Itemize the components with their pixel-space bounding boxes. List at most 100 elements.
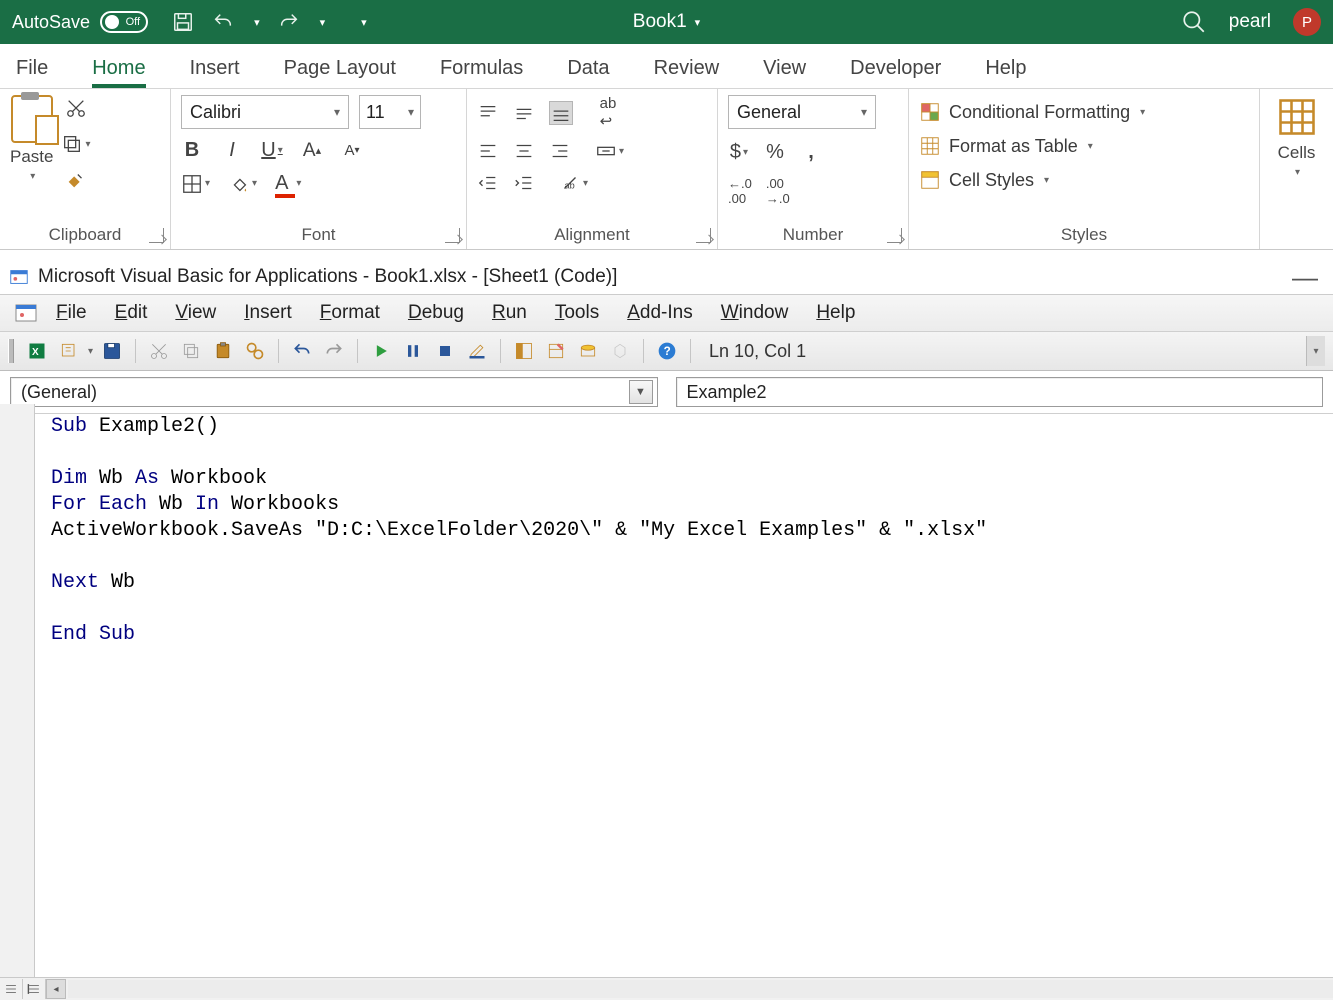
reset-icon[interactable] bbox=[432, 338, 458, 364]
conditional-formatting-button[interactable]: Conditional Formatting▾ bbox=[919, 99, 1145, 125]
paste-icon[interactable] bbox=[210, 338, 236, 364]
procedure-view-icon[interactable] bbox=[0, 979, 23, 999]
dialog-launcher-icon[interactable] bbox=[445, 228, 460, 243]
horizontal-scrollbar[interactable] bbox=[68, 980, 1333, 998]
decrease-font-icon[interactable]: A▾ bbox=[341, 140, 363, 162]
tab-developer[interactable]: Developer bbox=[850, 49, 941, 88]
align-right-icon[interactable] bbox=[549, 140, 571, 162]
run-icon[interactable] bbox=[368, 338, 394, 364]
format-painter-icon[interactable] bbox=[65, 169, 87, 191]
menu-format[interactable]: Format bbox=[320, 302, 380, 324]
menu-file[interactable]: File bbox=[56, 302, 87, 324]
decrease-indent-icon[interactable] bbox=[477, 172, 499, 194]
tab-view[interactable]: View bbox=[763, 49, 806, 88]
design-mode-icon[interactable] bbox=[464, 338, 490, 364]
insert-module-icon[interactable] bbox=[56, 338, 82, 364]
align-top-icon[interactable] bbox=[477, 102, 499, 124]
font-name-select[interactable]: Calibri▾ bbox=[181, 95, 349, 129]
object-browser-icon[interactable] bbox=[575, 338, 601, 364]
dialog-launcher-icon[interactable] bbox=[887, 228, 902, 243]
menu-add-ins[interactable]: Add-Ins bbox=[627, 302, 693, 324]
tab-file[interactable]: File bbox=[16, 49, 48, 88]
redo-icon[interactable] bbox=[278, 11, 300, 33]
undo-icon[interactable] bbox=[212, 11, 234, 33]
avatar[interactable]: P bbox=[1293, 8, 1321, 36]
percent-icon[interactable]: % bbox=[764, 141, 786, 164]
document-title[interactable]: Book1 ▾ bbox=[633, 11, 700, 33]
bold-button[interactable]: B bbox=[181, 139, 203, 162]
copy-icon[interactable] bbox=[178, 338, 204, 364]
view-excel-icon[interactable]: X bbox=[24, 338, 50, 364]
menu-view[interactable]: View bbox=[175, 302, 216, 324]
toolbox-icon[interactable] bbox=[607, 338, 633, 364]
number-format-select[interactable]: General▾ bbox=[728, 95, 876, 129]
align-middle-icon[interactable] bbox=[513, 102, 535, 124]
minimize-icon[interactable]: — bbox=[1285, 262, 1325, 293]
help-icon[interactable]: ? bbox=[654, 338, 680, 364]
cells-dropdown-icon[interactable]: ▾ bbox=[1295, 167, 1300, 178]
currency-icon[interactable]: $▾ bbox=[728, 141, 750, 164]
tab-home[interactable]: Home bbox=[92, 49, 145, 88]
break-icon[interactable] bbox=[400, 338, 426, 364]
save-icon[interactable] bbox=[172, 11, 194, 33]
autosave-toggle[interactable]: AutoSave Off bbox=[12, 11, 148, 33]
font-size-select[interactable]: 11▾ bbox=[359, 95, 421, 129]
cut-icon[interactable] bbox=[146, 338, 172, 364]
autosave-switch[interactable]: Off bbox=[100, 11, 148, 33]
format-as-table-button[interactable]: Format as Table▾ bbox=[919, 133, 1093, 159]
user-name[interactable]: pearl bbox=[1229, 11, 1271, 33]
tab-formulas[interactable]: Formulas bbox=[440, 49, 523, 88]
cells-button[interactable]: Cells ▾ bbox=[1275, 95, 1319, 178]
comma-icon[interactable]: , bbox=[800, 141, 822, 164]
cell-styles-button[interactable]: Cell Styles▾ bbox=[919, 167, 1049, 193]
scroll-left-icon[interactable]: ◂ bbox=[46, 979, 66, 999]
tab-insert[interactable]: Insert bbox=[190, 49, 240, 88]
decrease-decimal-icon[interactable]: .00→.0 bbox=[766, 176, 790, 206]
align-left-icon[interactable] bbox=[477, 140, 499, 162]
paste-dropdown-icon[interactable]: ▾ bbox=[30, 171, 35, 182]
menu-help[interactable]: Help bbox=[816, 302, 855, 324]
cut-icon[interactable] bbox=[65, 97, 87, 119]
wrap-text-icon[interactable]: ab↩ bbox=[597, 95, 619, 130]
tab-review[interactable]: Review bbox=[654, 49, 720, 88]
redo-icon[interactable] bbox=[321, 338, 347, 364]
tab-data[interactable]: Data bbox=[567, 49, 609, 88]
doc-title-dropdown-icon[interactable]: ▾ bbox=[695, 16, 701, 29]
procedure-select[interactable]: Example2 ▼ bbox=[676, 377, 1324, 407]
align-bottom-icon[interactable] bbox=[549, 101, 573, 125]
menu-run[interactable]: Run bbox=[492, 302, 527, 324]
borders-icon[interactable]: ▾ bbox=[181, 173, 210, 195]
increase-indent-icon[interactable] bbox=[513, 172, 535, 194]
menu-edit[interactable]: Edit bbox=[115, 302, 148, 324]
align-center-icon[interactable] bbox=[513, 140, 535, 162]
tab-help[interactable]: Help bbox=[985, 49, 1026, 88]
insert-dropdown-icon[interactable]: ▾ bbox=[88, 346, 93, 357]
underline-button[interactable]: U▾ bbox=[261, 139, 283, 162]
menu-tools[interactable]: Tools bbox=[555, 302, 599, 324]
dialog-launcher-icon[interactable] bbox=[696, 228, 711, 243]
object-select[interactable]: (General) ▼ bbox=[10, 377, 658, 407]
fill-color-icon[interactable]: ▾ bbox=[228, 173, 257, 195]
save-icon[interactable] bbox=[99, 338, 125, 364]
menu-debug[interactable]: Debug bbox=[408, 302, 464, 324]
copy-icon[interactable]: ▾ bbox=[61, 133, 90, 155]
tab-page-layout[interactable]: Page Layout bbox=[284, 49, 396, 88]
increase-decimal-icon[interactable]: ←.0.00 bbox=[728, 176, 752, 206]
dropdown-arrow-icon[interactable]: ▼ bbox=[629, 380, 653, 404]
italic-button[interactable]: I bbox=[221, 139, 243, 162]
search-icon[interactable] bbox=[1181, 9, 1207, 35]
menu-window[interactable]: Window bbox=[721, 302, 789, 324]
increase-font-icon[interactable]: A▴ bbox=[301, 140, 323, 162]
undo-icon[interactable] bbox=[289, 338, 315, 364]
merge-center-icon[interactable]: ▾ bbox=[595, 140, 624, 162]
menu-insert[interactable]: Insert bbox=[244, 302, 292, 324]
toolbar-overflow-icon[interactable]: ▾ bbox=[1306, 336, 1325, 366]
code-editor[interactable]: Sub Example2() Dim Wb As Workbook For Ea… bbox=[35, 404, 1333, 978]
full-module-view-icon[interactable] bbox=[23, 979, 46, 999]
project-explorer-icon[interactable] bbox=[511, 338, 537, 364]
find-icon[interactable] bbox=[242, 338, 268, 364]
paste-button[interactable]: Paste ▾ bbox=[10, 95, 53, 182]
orientation-icon[interactable]: ab▾ bbox=[559, 172, 588, 194]
undo-dropdown-icon[interactable]: ▾ bbox=[254, 16, 260, 29]
qat-customize-icon[interactable]: ▾ bbox=[361, 16, 367, 29]
